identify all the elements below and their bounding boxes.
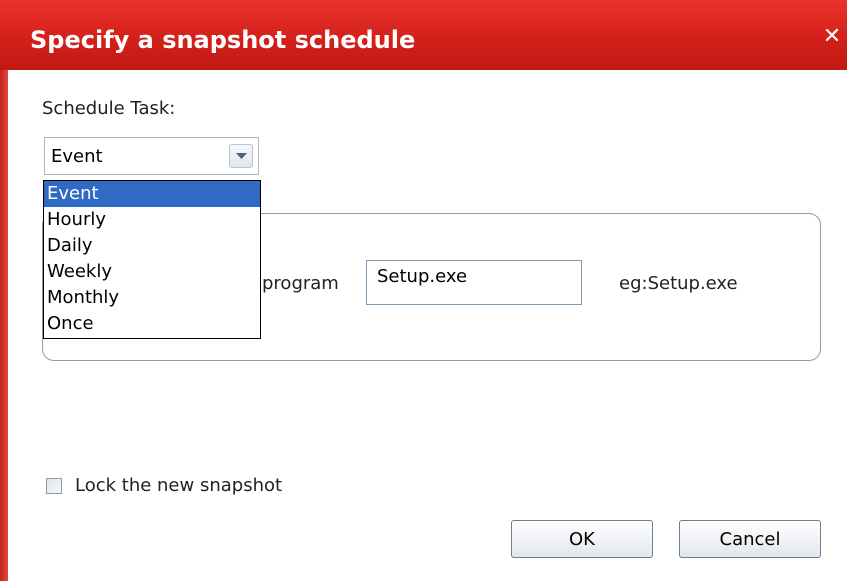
dialog-body: Schedule Task: Event program eg:Setup.ex… bbox=[8, 70, 847, 581]
schedule-task-label: Schedule Task: bbox=[42, 98, 176, 119]
dropdown-option-hourly[interactable]: Hourly bbox=[44, 207, 260, 233]
program-input[interactable] bbox=[366, 260, 582, 305]
close-icon[interactable]: ✕ bbox=[821, 24, 843, 50]
dropdown-option-event[interactable]: Event bbox=[44, 181, 260, 207]
program-example-hint: eg:Setup.exe bbox=[619, 273, 738, 294]
schedule-task-combobox[interactable]: Event bbox=[44, 137, 259, 175]
dialog-titlebar: Specify a snapshot schedule ✕ bbox=[0, 0, 847, 70]
ok-button[interactable]: OK bbox=[511, 520, 653, 558]
schedule-task-selected-value: Event bbox=[51, 146, 103, 167]
dropdown-option-monthly[interactable]: Monthly bbox=[44, 285, 260, 311]
program-label: program bbox=[262, 273, 339, 294]
dropdown-option-weekly[interactable]: Weekly bbox=[44, 259, 260, 285]
dialog-title: Specify a snapshot schedule bbox=[30, 26, 416, 54]
cancel-button[interactable]: Cancel bbox=[679, 520, 821, 558]
dropdown-option-daily[interactable]: Daily bbox=[44, 233, 260, 259]
dropdown-arrow-button[interactable] bbox=[229, 144, 253, 168]
schedule-task-dropdown-list: Event Hourly Daily Weekly Monthly Once bbox=[43, 180, 261, 339]
lock-snapshot-label[interactable]: Lock the new snapshot bbox=[75, 475, 282, 496]
dialog-left-border bbox=[0, 70, 8, 581]
chevron-down-icon bbox=[236, 153, 247, 159]
lock-snapshot-checkbox[interactable] bbox=[46, 478, 62, 494]
dropdown-option-once[interactable]: Once bbox=[44, 311, 260, 337]
